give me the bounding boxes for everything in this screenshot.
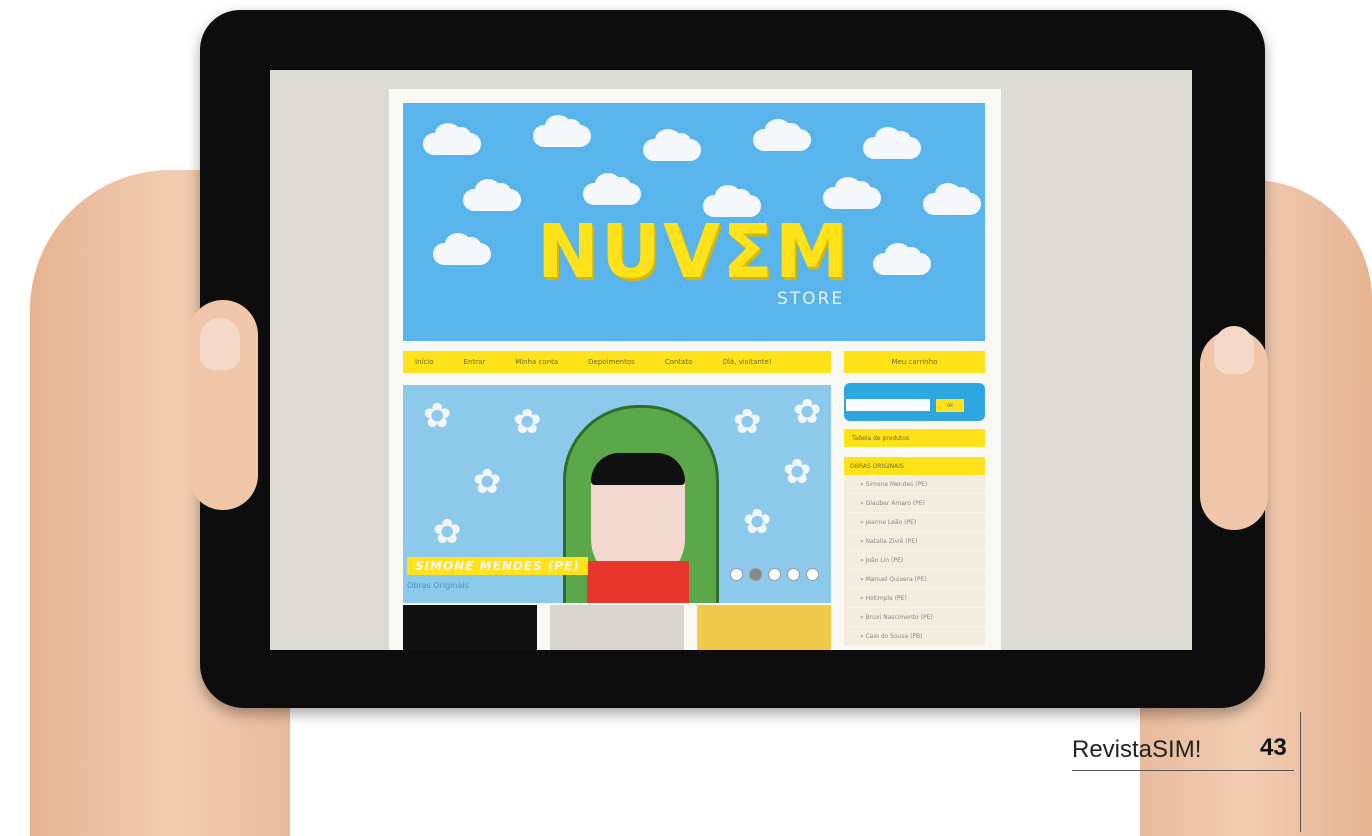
- illustration-body: [587, 561, 689, 603]
- cloud-icon: [533, 115, 591, 147]
- cloud-icon: [433, 233, 491, 265]
- obras-originais-header: OBRAS ORIGINAIS: [844, 457, 985, 475]
- right-thumbnail-nail: [1214, 326, 1254, 374]
- nav-item-contato[interactable]: Contato: [665, 358, 693, 366]
- flower-icon: ✿: [423, 396, 452, 436]
- cloud-icon: [423, 123, 481, 155]
- cloud-icon: [583, 173, 641, 205]
- artist-link[interactable]: » Natalia Ziviê (PE): [844, 532, 985, 551]
- product-thumbnail[interactable]: [697, 605, 831, 650]
- slider-dot[interactable]: [769, 569, 780, 580]
- cloud-icon: [863, 127, 921, 159]
- flower-icon: ✿: [433, 512, 462, 552]
- flower-icon: ✿: [473, 462, 502, 502]
- flower-icon: ✿: [743, 502, 772, 542]
- left-thumbnail-nail: [200, 318, 240, 370]
- illustration-hair: [591, 453, 685, 485]
- search-input[interactable]: [846, 399, 930, 411]
- artist-link[interactable]: » Manuel Quixera (PE): [844, 570, 985, 589]
- search-button[interactable]: ok: [936, 399, 964, 412]
- artist-link[interactable]: » Bruxi Nascimento (PE): [844, 608, 985, 627]
- cloud-icon: [873, 243, 931, 275]
- artist-link[interactable]: » João Lin (PE): [844, 551, 985, 570]
- slider-dot[interactable]: [750, 569, 761, 580]
- search-box: ok: [844, 383, 985, 421]
- store-page: NUVΣM STORE Início Entrar Minha conta De…: [389, 89, 1001, 650]
- cloud-icon: [823, 177, 881, 209]
- magazine-page-number: 43: [1260, 734, 1287, 761]
- hero-subtitle[interactable]: Obras Originais: [407, 581, 469, 590]
- flower-icon: ✿: [783, 452, 812, 492]
- flower-icon: ✿: [733, 402, 762, 442]
- flower-icon: ✿: [513, 402, 542, 442]
- cloud-icon: [463, 179, 521, 211]
- nav-item-visitante[interactable]: Olá, visitante!: [722, 358, 771, 366]
- cloud-icon: [923, 183, 981, 215]
- cloud-icon: [643, 129, 701, 161]
- store-logo-subtitle: STORE: [777, 289, 845, 309]
- hero-slider[interactable]: ✿ ✿ ✿ ✿ ✿ ✿ ✿ ✿ SIMONE MENDES (PE) Obras…: [403, 385, 831, 603]
- sidebar: ok Tabela de produtos OBRAS ORIGINAIS » …: [844, 383, 985, 646]
- nav-item-inicio[interactable]: Início: [415, 358, 434, 366]
- tablet-screen: NUVΣM STORE Início Entrar Minha conta De…: [270, 70, 1192, 650]
- header-banner: NUVΣM STORE: [403, 103, 985, 341]
- product-thumbnail[interactable]: [550, 605, 684, 650]
- main-nav: Início Entrar Minha conta Depoimentos Co…: [403, 351, 831, 373]
- magazine-rule: [1072, 770, 1294, 771]
- magazine-vertical-rule: [1300, 712, 1301, 832]
- cloud-icon: [753, 119, 811, 151]
- slider-dot[interactable]: [807, 569, 818, 580]
- slider-dots: [731, 569, 826, 580]
- nav-item-depoimentos[interactable]: Depoimentos: [588, 358, 635, 366]
- nav-item-entrar[interactable]: Entrar: [464, 358, 486, 366]
- flower-icon: ✿: [793, 392, 822, 432]
- nav-item-minha-conta[interactable]: Minha conta: [515, 358, 558, 366]
- artist-list: » Simone Mendes (PE) » Glauber Amaro (PE…: [844, 475, 985, 646]
- product-thumbnails: [403, 605, 831, 650]
- product-table-link[interactable]: Tabela de produtos: [844, 429, 985, 447]
- slider-dot[interactable]: [788, 569, 799, 580]
- artist-link[interactable]: » Glauber Amaro (PE): [844, 494, 985, 513]
- slider-dot[interactable]: [731, 569, 742, 580]
- hero-title[interactable]: SIMONE MENDES (PE): [407, 557, 588, 575]
- magazine-name: RevistaSIM!: [1072, 736, 1202, 763]
- product-thumbnail[interactable]: [403, 605, 537, 650]
- artist-link[interactable]: » Hotimple (PE): [844, 589, 985, 608]
- artist-link[interactable]: » Simone Mendes (PE): [844, 475, 985, 494]
- artist-link[interactable]: » Caio do Sousa (PB): [844, 627, 985, 646]
- store-logo[interactable]: NUVΣM: [537, 209, 850, 295]
- artist-link[interactable]: » Jeanne Leão (PE): [844, 513, 985, 532]
- cart-button[interactable]: Meu carrinho: [844, 351, 985, 373]
